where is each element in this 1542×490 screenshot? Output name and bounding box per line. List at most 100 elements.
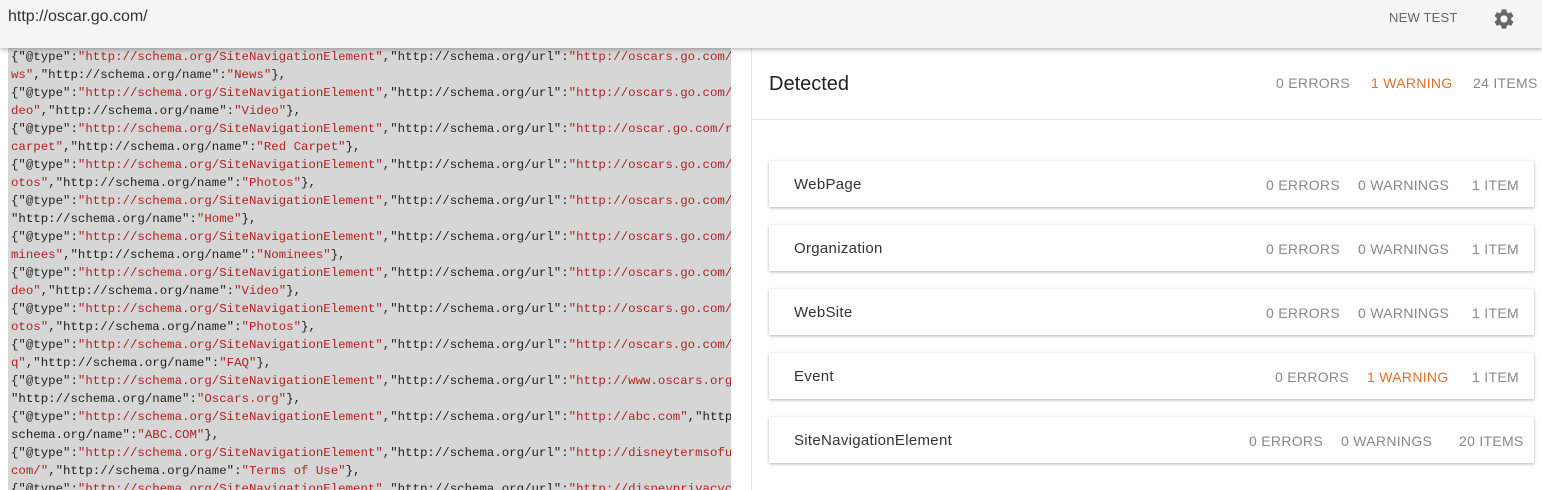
code-key: {"@type":: [11, 374, 78, 388]
code-string: "http://schema.org/SiteNavigationElement…: [77, 374, 383, 388]
gear-icon[interactable]: [1492, 7, 1516, 31]
code-key: },: [286, 284, 302, 298]
code-string: "http://oscars.go.com//ph: [568, 302, 731, 316]
code-line: schema.org/name":"ABC.COM"},: [11, 426, 731, 444]
code-line: {"@type":"http://schema.org/SiteNavigati…: [11, 84, 731, 102]
code-line: {"@type":"http://schema.org/SiteNavigati…: [11, 120, 731, 138]
type-items: 1 ITEM: [1472, 241, 1519, 257]
detected-title: Detected: [769, 73, 850, 95]
code-key: ,"http://schema.org/name":: [48, 464, 242, 478]
code-string: "Home": [196, 212, 242, 226]
type-card-website[interactable]: WebSite 0 ERRORS 0 WARNINGS 1 ITEM: [769, 289, 1534, 335]
type-items: 1 ITEM: [1472, 305, 1519, 321]
code-key: },: [345, 464, 361, 478]
total-warnings-count: 1 WARNING: [1371, 75, 1453, 91]
code-string: minees": [11, 248, 64, 262]
code-string: "http://oscars.go.com//": [568, 194, 731, 208]
code-key: {"@type":: [11, 122, 78, 136]
type-card-sitenavigationelement[interactable]: SiteNavigationElement 0 ERRORS 0 WARNING…: [769, 417, 1534, 463]
url-display[interactable]: http://oscar.go.com/: [8, 8, 148, 26]
code-line: otos","http://schema.org/name":"Photos"}…: [11, 174, 731, 192]
code-string: "http://oscars.go.com//vi: [568, 86, 731, 100]
total-errors-count: 0 ERRORS: [1276, 75, 1350, 91]
results-panel: Detected 0 ERRORS 1 WARNING 24 ITEMS Web…: [752, 48, 1542, 490]
code-string: "Oscars.org": [196, 392, 287, 406]
code-string: "http://oscars.go.com//ph: [568, 158, 731, 172]
type-warnings: 0 WARNINGS: [1358, 177, 1450, 193]
code-key: ,"http://: [687, 410, 731, 424]
code-line: minees","http://schema.org/name":"Nomine…: [11, 246, 731, 264]
code-line: {"@type":"http://schema.org/SiteNavigati…: [11, 408, 731, 426]
code-string: com/": [11, 464, 49, 478]
code-key: },: [345, 140, 361, 154]
code-string: "http://disneytermsofuse.: [568, 446, 731, 460]
code-key: },: [256, 356, 272, 370]
code-key: },: [330, 248, 346, 262]
code-line: {"@type":"http://schema.org/SiteNavigati…: [11, 192, 731, 210]
code-key: ,"http://schema.org/name":: [48, 176, 242, 190]
type-errors: 0 ERRORS: [1275, 369, 1349, 385]
code-key: ,"http://schema.org/url":: [382, 446, 569, 460]
top-bar: http://oscar.go.com/ NEW TEST: [0, 0, 1542, 48]
code-key: },: [301, 176, 316, 190]
code-string: "http://schema.org/SiteNavigationElement…: [77, 410, 383, 424]
code-string: "http://schema.org/SiteNavigationElement…: [77, 122, 383, 136]
code-string: "http://oscars.go.com//fa: [568, 338, 731, 352]
code-string: "http://schema.org/SiteNavigationElement…: [77, 266, 383, 280]
json-ld-code: {"@type":"http://schema.org/SiteNavigati…: [8, 48, 731, 490]
code-line: deo","http://schema.org/name":"Video"},: [11, 102, 731, 120]
code-key: {"@type":: [11, 230, 78, 244]
code-line: ws","http://schema.org/name":"News"},: [11, 66, 731, 84]
code-key: {"@type":: [11, 446, 78, 460]
code-key: ,"http://schema.org/name":: [40, 284, 235, 298]
code-key: ,"http://schema.org/url":: [382, 410, 569, 424]
new-test-button[interactable]: NEW TEST: [1389, 10, 1458, 25]
source-code-panel[interactable]: {"@type":"http://schema.org/SiteNavigati…: [8, 48, 731, 490]
type-items: 1 ITEM: [1472, 369, 1519, 385]
type-errors: 0 ERRORS: [1266, 305, 1340, 321]
type-card-event[interactable]: Event 0 ERRORS 1 WARNING 1 ITEM: [769, 353, 1534, 399]
code-line: {"@type":"http://schema.org/SiteNavigati…: [11, 48, 731, 66]
code-string: "http://disneyprivacycent: [568, 482, 731, 490]
code-string: "http://schema.org/SiteNavigationElement…: [77, 230, 383, 244]
code-string: "http://schema.org/SiteNavigationElement…: [77, 302, 383, 316]
code-line: com/","http://schema.org/name":"Terms of…: [11, 462, 731, 480]
type-errors: 0 ERRORS: [1266, 241, 1340, 257]
type-name: WebPage: [794, 176, 862, 193]
code-line: {"@type":"http://schema.org/SiteNavigati…: [11, 264, 731, 282]
code-string: "http://oscars.go.com//ne: [568, 50, 731, 64]
code-key: schema.org/name":: [11, 428, 138, 442]
type-name: WebSite: [794, 304, 853, 321]
code-key: {"@type":: [11, 410, 78, 424]
code-line: {"@type":"http://schema.org/SiteNavigati…: [11, 480, 731, 490]
code-string: "Terms of Use": [241, 464, 346, 478]
code-key: "http://schema.org/name":: [11, 392, 197, 406]
code-key: {"@type":: [11, 302, 78, 316]
code-key: ,"http://schema.org/url":: [382, 230, 569, 244]
code-string: "http://oscars.go.com//no: [568, 230, 731, 244]
code-string: "http://oscar.go.com/red-: [568, 122, 731, 136]
code-key: ,"http://schema.org/url":: [382, 266, 569, 280]
type-card-webpage[interactable]: WebPage 0 ERRORS 0 WARNINGS 1 ITEM: [769, 161, 1534, 207]
code-key: {"@type":: [11, 482, 78, 490]
type-card-organization[interactable]: Organization 0 ERRORS 0 WARNINGS 1 ITEM: [769, 225, 1534, 271]
code-key: ,"http://schema.org/name":: [48, 320, 242, 334]
code-key: {"@type":: [11, 266, 78, 280]
code-key: ,"http://schema.org/url":: [382, 86, 569, 100]
code-string: "http://schema.org/SiteNavigationElement…: [77, 338, 383, 352]
code-string: "News": [226, 68, 272, 82]
code-key: {"@type":: [11, 158, 78, 172]
code-string: "http://www.oscars.org/": [568, 374, 731, 388]
code-string: "http://schema.org/SiteNavigationElement…: [77, 482, 383, 490]
type-warnings: 0 WARNINGS: [1358, 241, 1450, 257]
code-string: "Photos": [241, 176, 302, 190]
code-key: {"@type":: [11, 50, 78, 64]
code-line: "http://schema.org/name":"Home"},: [11, 210, 731, 228]
code-key: ,"http://schema.org/name":: [63, 248, 257, 262]
code-string: "http://abc.com": [568, 410, 688, 424]
code-key: },: [271, 68, 287, 82]
code-string: "Video": [234, 284, 287, 298]
code-key: {"@type":: [11, 194, 78, 208]
code-key: },: [286, 392, 301, 406]
code-key: ,"http://schema.org/url":: [382, 302, 569, 316]
